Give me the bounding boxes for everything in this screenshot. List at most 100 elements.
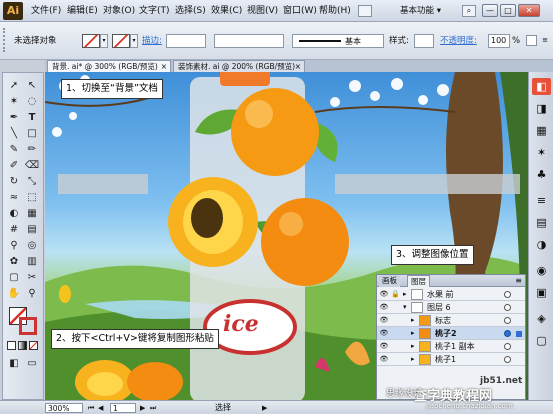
menu-select[interactable]: 选择(S) <box>172 4 209 18</box>
swatches-icon[interactable]: ▦ <box>532 122 551 139</box>
free-transform-icon[interactable]: ⬚ <box>24 191 40 205</box>
perspective-grid-icon[interactable]: ▦ <box>24 207 40 221</box>
lock-icon[interactable]: 🔒 <box>391 290 400 299</box>
menu-help[interactable]: 帮助(H) <box>316 4 354 18</box>
layer-row[interactable]: 👁 🔒 ▸ 水果 前 <box>377 288 525 301</box>
layer-row[interactable]: 👁 ▸ 桃子1 副本 <box>377 340 525 353</box>
expand-arrow-icon[interactable]: ▾ <box>403 301 409 314</box>
chevron-down-icon[interactable]: ▾ <box>130 34 138 48</box>
search-icon[interactable]: ⌕ <box>462 5 476 17</box>
zoom-field[interactable]: 300% <box>45 403 83 413</box>
blend-icon[interactable]: ◎ <box>24 239 40 253</box>
lasso-icon[interactable]: ◌ <box>24 95 40 109</box>
expand-arrow-icon[interactable]: ▸ <box>403 288 409 301</box>
chevron-down-icon[interactable]: ▾ <box>100 34 108 48</box>
stroke-swatch[interactable] <box>112 34 130 48</box>
eye-icon[interactable]: 👁 <box>379 316 389 324</box>
fill-swatch[interactable] <box>82 34 100 48</box>
scale-icon[interactable]: ⤡ <box>24 175 40 189</box>
target-circle-icon[interactable] <box>504 304 511 311</box>
tab-background-doc[interactable]: 背景. ai* @ 300% (RGB/预览) × <box>47 60 171 72</box>
eye-icon[interactable]: 👁 <box>379 329 389 337</box>
slice-icon[interactable]: ✂ <box>24 271 40 285</box>
target-circle-icon[interactable] <box>504 317 511 324</box>
color-panel-icon[interactable]: ◧ <box>532 78 551 95</box>
gradient-panel-icon[interactable]: ▤ <box>532 214 551 231</box>
artboard-tool-icon[interactable]: ▢ <box>6 271 22 285</box>
panel-menu-icon[interactable]: ≡ <box>540 35 550 46</box>
zoom-icon[interactable]: ⚲ <box>24 287 40 301</box>
appearance-icon[interactable]: ◉ <box>532 262 551 279</box>
color-guide-icon[interactable]: ◨ <box>532 100 551 117</box>
bridge-icon[interactable] <box>358 5 372 17</box>
menu-object[interactable]: 对象(O) <box>100 4 138 18</box>
layers-panel-icon[interactable]: ◈ <box>532 310 551 327</box>
symbols-icon[interactable]: ♣ <box>532 166 551 183</box>
next-page-icon[interactable]: ▶ <box>140 403 145 413</box>
last-page-icon[interactable]: ⏭ <box>150 403 156 413</box>
tab-artboards[interactable]: 画板 <box>379 275 400 287</box>
magic-wand-icon[interactable]: ✶ <box>6 95 22 109</box>
panel-menu-icon[interactable]: ≡ <box>515 275 522 287</box>
stroke-label[interactable]: 描边: <box>142 34 162 48</box>
stroke-panel-icon[interactable]: ≡ <box>532 192 551 209</box>
target-circle-icon[interactable] <box>504 343 511 350</box>
workspace-switcher[interactable]: 基本功能 ▾ <box>400 4 462 18</box>
brush-icon[interactable]: ✎ <box>6 143 22 157</box>
menu-file[interactable]: 文件(F) <box>28 4 64 18</box>
blob-brush-icon[interactable]: ✐ <box>6 159 22 173</box>
expand-arrow-icon[interactable]: ▸ <box>411 314 417 327</box>
screen-mode-icon[interactable]: ▭ <box>24 357 40 371</box>
page-field[interactable]: 1 <box>110 403 136 413</box>
maximize-button[interactable]: □ <box>500 4 516 17</box>
brushes-icon[interactable]: ✶ <box>532 144 551 161</box>
type-tool-icon[interactable]: T <box>24 111 40 125</box>
eraser-icon[interactable]: ⌫ <box>24 159 40 173</box>
pen-tool-icon[interactable]: ✒ <box>6 111 22 125</box>
stroke-color-icon[interactable] <box>19 317 37 335</box>
shape-builder-icon[interactable]: ◐ <box>6 207 22 221</box>
gradient-mode-icon[interactable] <box>18 341 27 350</box>
eye-icon[interactable]: 👁 <box>379 303 389 311</box>
prev-page-icon[interactable]: ◀ <box>98 403 103 413</box>
expand-arrow-icon[interactable]: ▸ <box>411 353 417 366</box>
target-circle-icon[interactable] <box>504 356 511 363</box>
transparency-icon[interactable]: ◑ <box>532 236 551 253</box>
eye-icon[interactable]: 👁 <box>379 290 389 298</box>
target-circle-icon[interactable] <box>504 291 511 298</box>
opacity-field[interactable]: 100 <box>488 34 510 48</box>
brush-definition-dropdown[interactable]: 基本 <box>292 34 384 48</box>
graphic-styles-icon[interactable]: ▣ <box>532 284 551 301</box>
status-menu-arrow-icon[interactable]: ▶ <box>262 403 267 413</box>
layer-row[interactable]: 👁 ▸ 桃子1 <box>377 353 525 366</box>
mesh-icon[interactable]: # <box>6 223 22 237</box>
close-button[interactable]: ✕ <box>518 4 540 17</box>
target-circle-icon[interactable] <box>504 330 511 337</box>
hand-icon[interactable]: ✋ <box>6 287 22 301</box>
line-tool-icon[interactable]: ╲ <box>6 127 22 141</box>
none-mode-icon[interactable] <box>29 341 38 350</box>
menu-type[interactable]: 文字(T) <box>136 4 173 18</box>
menu-edit[interactable]: 编辑(E) <box>64 4 101 18</box>
layer-row-selected[interactable]: 👁 ▸ 桃子2 <box>377 327 525 340</box>
rectangle-tool-icon[interactable]: □ <box>24 127 40 141</box>
symbol-sprayer-icon[interactable]: ✿ <box>6 255 22 269</box>
stroke-weight-field[interactable] <box>166 34 206 48</box>
menu-effect[interactable]: 效果(C) <box>208 4 245 18</box>
variable-width-dropdown[interactable] <box>214 34 284 48</box>
eyedropper-icon[interactable]: ⚲ <box>6 239 22 253</box>
color-mode-icon[interactable] <box>7 341 16 350</box>
menu-view[interactable]: 视图(V) <box>244 4 281 18</box>
graphic-style-dropdown[interactable] <box>414 34 434 48</box>
layer-row[interactable]: 👁 ▸ 标志 <box>377 314 525 327</box>
warp-icon[interactable]: ≈ <box>6 191 22 205</box>
eye-icon[interactable]: 👁 <box>379 355 389 363</box>
minimize-button[interactable]: — <box>482 4 498 17</box>
layer-row[interactable]: 👁 ▾ 图层 6 <box>377 301 525 314</box>
rotate-icon[interactable]: ↻ <box>6 175 22 189</box>
direct-selection-tool-icon[interactable]: ↖ <box>24 79 40 93</box>
expand-arrow-icon[interactable]: ▸ <box>411 327 417 340</box>
pencil-icon[interactable]: ✏ <box>24 143 40 157</box>
first-page-icon[interactable]: ⏮ <box>88 403 94 413</box>
document-setup-icon[interactable] <box>526 35 537 46</box>
